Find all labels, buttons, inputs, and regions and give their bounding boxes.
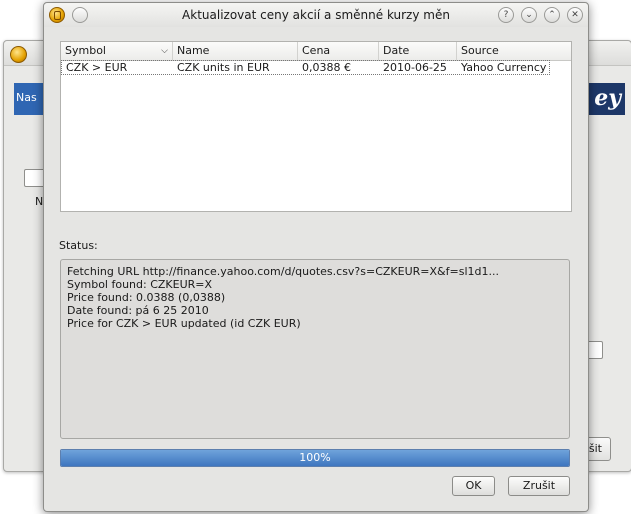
help-button[interactable]: ? — [498, 7, 514, 23]
column-header-source[interactable]: Source — [456, 42, 571, 60]
table-row[interactable]: CZK > EUR CZK units in EUR 0,0388 € 2010… — [61, 60, 550, 75]
status-line: Price for CZK > EUR updated (id CZK EUR) — [67, 317, 301, 330]
minimize-button[interactable]: ⌄ — [521, 7, 537, 23]
progress-label: 100% — [299, 451, 331, 464]
cell-date: 2010-06-25 — [383, 61, 447, 74]
status-line: Symbol found: CZKEUR=X — [67, 278, 213, 291]
column-header-symbol[interactable]: Symbol ⌵ — [61, 42, 172, 60]
status-line: Price found: 0.0388 (0,0388) — [67, 291, 226, 304]
column-header-price[interactable]: Cena — [297, 42, 378, 60]
cell-price: 0,0388 € — [302, 61, 351, 74]
dialog-titlebar[interactable]: Aktualizovat ceny akcií a směnné kurzy m… — [44, 3, 588, 27]
close-button[interactable]: ✕ — [567, 7, 583, 23]
status-label: Status: — [59, 239, 98, 252]
status-line: Fetching URL http://finance.yahoo.com/d/… — [67, 265, 499, 278]
price-table[interactable]: Symbol ⌵ Name Cena Date Source CZK > EUR… — [60, 41, 572, 212]
app-icon — [10, 46, 27, 63]
table-header: Symbol ⌵ Name Cena Date Source — [61, 42, 571, 61]
cell-source: Yahoo Currency — [461, 61, 547, 74]
background-label: N — [35, 195, 44, 208]
cell-symbol: CZK > EUR — [66, 61, 128, 74]
progress-bar: 100% — [60, 449, 570, 467]
ok-button[interactable]: OK — [452, 476, 495, 496]
sort-chevron-down-icon: ⌵ — [161, 46, 168, 56]
maximize-button[interactable]: ⌃ — [544, 7, 560, 23]
update-prices-dialog: Aktualizovat ceny akcií a směnné kurzy m… — [43, 2, 589, 512]
status-line: Date found: pá 6 25 2010 — [67, 304, 209, 317]
column-header-date[interactable]: Date — [378, 42, 456, 60]
column-header-label: Symbol — [65, 44, 106, 57]
cell-name: CZK units in EUR — [177, 61, 270, 74]
background-banner-text: Nas — [16, 91, 37, 104]
cancel-button[interactable]: Zrušit — [508, 476, 570, 496]
column-header-name[interactable]: Name — [172, 42, 297, 60]
status-log[interactable]: Fetching URL http://finance.yahoo.com/d/… — [60, 259, 570, 439]
